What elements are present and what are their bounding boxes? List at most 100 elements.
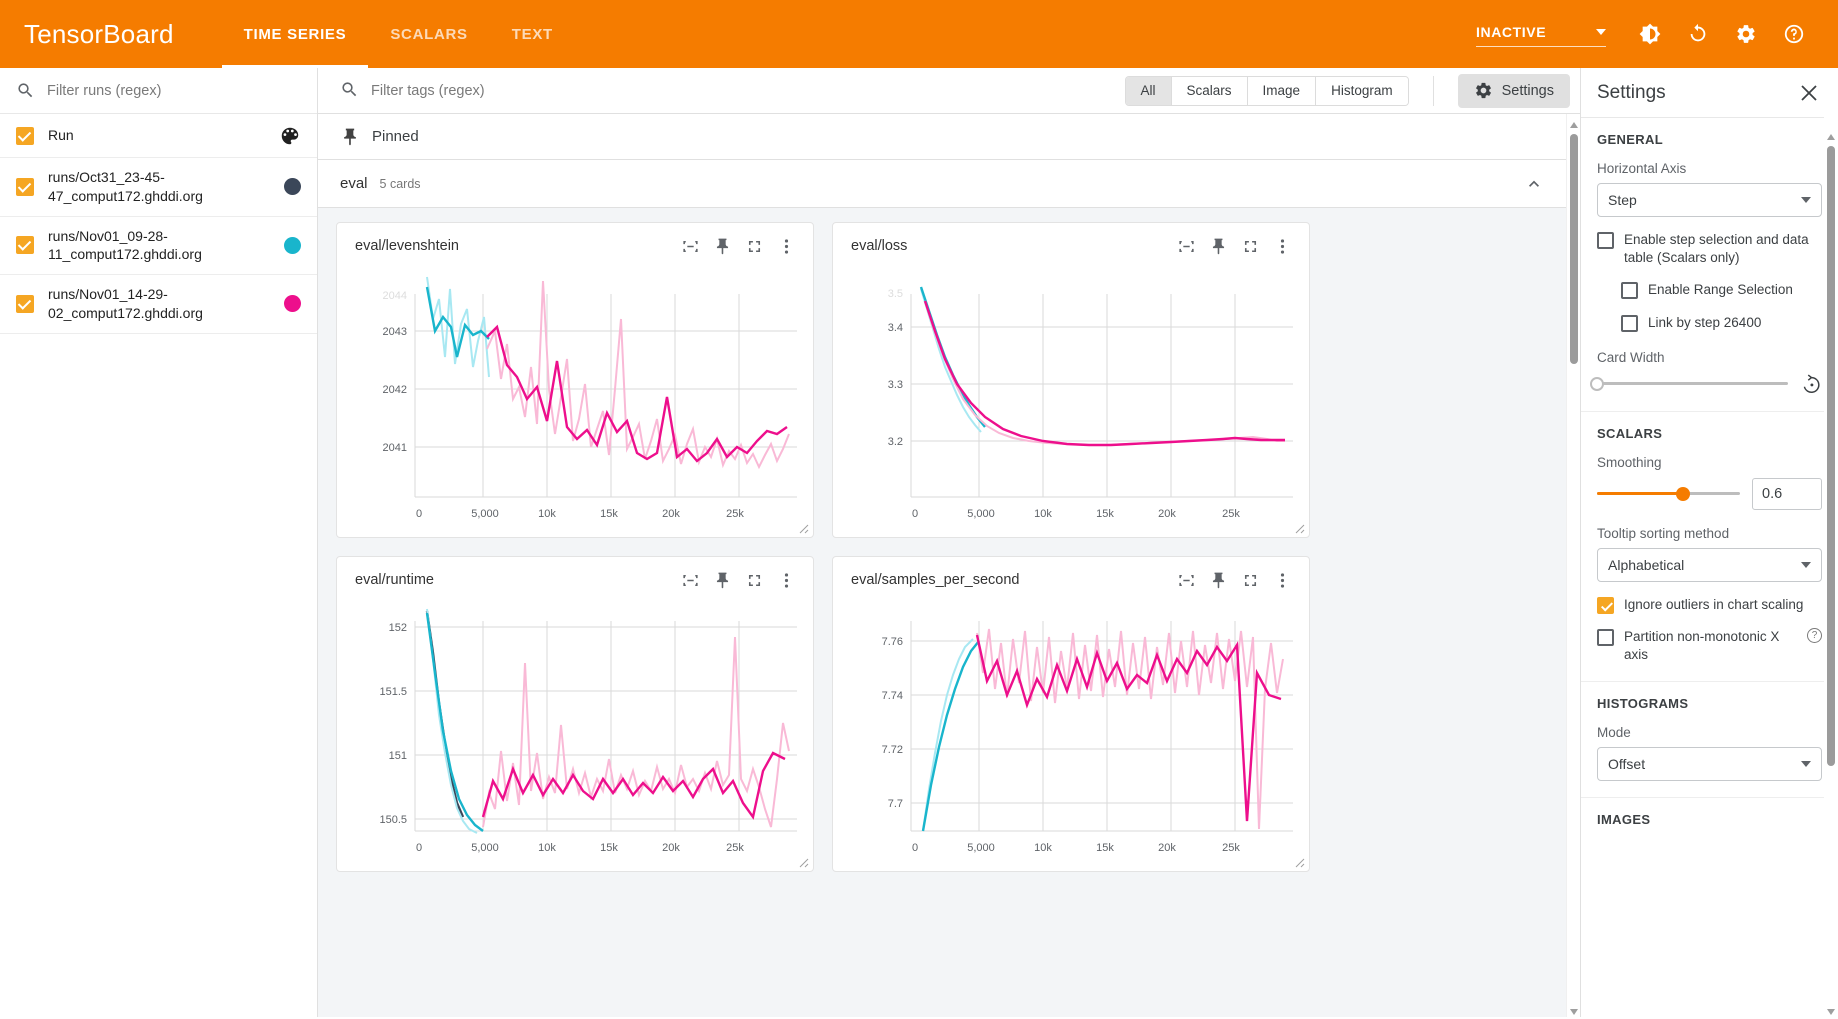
runs-filter[interactable]: Filter runs (regex) — [0, 68, 317, 114]
svg-text:0: 0 — [912, 842, 918, 854]
histogram-mode-select[interactable]: Offset — [1597, 746, 1822, 781]
tooltip-sorting-value: Alphabetical — [1608, 556, 1685, 573]
settings-scrollbar[interactable] — [1824, 68, 1838, 1017]
partition-nonmonotonic-checkbox[interactable] — [1597, 629, 1614, 647]
enable-range-selection-label: Enable Range Selection — [1648, 282, 1793, 298]
main-content: Filter tags (regex) All Scalars Image Hi… — [318, 68, 1580, 1017]
link-by-step-checkbox[interactable] — [1621, 314, 1638, 332]
svg-text:10k: 10k — [538, 842, 556, 854]
scrollbar-thumb[interactable] — [1570, 134, 1578, 364]
run-checkbox[interactable] — [16, 177, 34, 196]
pin-icon[interactable] — [1203, 565, 1233, 595]
reload-state-select[interactable]: INACTIVE — [1476, 22, 1606, 47]
smoothing-slider[interactable] — [1597, 486, 1740, 501]
chevron-up-icon[interactable] — [1524, 174, 1544, 194]
svg-text:10k: 10k — [1034, 508, 1052, 520]
enable-step-selection-row[interactable]: Enable step selection and data table (Sc… — [1597, 231, 1822, 267]
content-scrollbar[interactable] — [1566, 114, 1580, 1017]
partition-nonmonotonic-row[interactable]: Partition non-monotonic X axis ? — [1597, 628, 1822, 664]
ignore-outliers-checkbox[interactable] — [1597, 596, 1614, 614]
run-checkbox[interactable] — [16, 236, 34, 255]
fullscreen-icon[interactable] — [739, 565, 769, 595]
data-table-icon[interactable] — [675, 231, 705, 261]
filter-image[interactable]: Image — [1247, 76, 1317, 105]
fullscreen-icon[interactable] — [739, 231, 769, 261]
pinned-section-header[interactable]: Pinned — [318, 114, 1566, 160]
horizontal-axis-select[interactable]: Step — [1597, 183, 1822, 217]
filter-scalars[interactable]: Scalars — [1171, 76, 1248, 105]
tooltip-sorting-select[interactable]: Alphabetical — [1597, 547, 1822, 582]
svg-text:3.3: 3.3 — [888, 379, 903, 391]
fullscreen-icon[interactable] — [1235, 565, 1265, 595]
runs-header-row[interactable]: Run — [0, 114, 317, 158]
scroll-up-icon[interactable] — [1569, 118, 1579, 128]
smoothing-input[interactable]: 0.6 — [1752, 477, 1822, 510]
chart-title: eval/runtime — [355, 572, 434, 588]
gear-icon[interactable] — [1726, 14, 1766, 54]
run-list-item[interactable]: runs/Oct31_23-45-47_comput172.ghddi.org — [0, 158, 317, 217]
pin-icon[interactable] — [707, 231, 737, 261]
header-actions: INACTIVE — [1476, 14, 1814, 54]
smoothing-label: Smoothing — [1597, 454, 1662, 470]
scroll-down-icon[interactable] — [1826, 1003, 1836, 1015]
overflow-menu-icon[interactable] — [1267, 231, 1297, 261]
settings-button[interactable]: Settings — [1457, 73, 1570, 108]
card-width-label: Card Width — [1597, 349, 1665, 365]
runs-filter-placeholder: Filter runs (regex) — [47, 82, 162, 99]
card-width-slider[interactable] — [1590, 376, 1788, 391]
overflow-menu-icon[interactable] — [771, 231, 801, 261]
fullscreen-icon[interactable] — [1235, 231, 1265, 261]
resize-handle[interactable] — [797, 522, 809, 534]
tab-time-series[interactable]: TIME SERIES — [221, 0, 369, 68]
enable-range-selection-checkbox[interactable] — [1621, 282, 1638, 300]
enable-range-selection-row[interactable]: Enable Range Selection — [1621, 281, 1822, 300]
enable-step-selection-checkbox[interactable] — [1597, 232, 1614, 249]
data-table-icon[interactable] — [1171, 565, 1201, 595]
pin-icon[interactable] — [1203, 231, 1233, 261]
pin-icon[interactable] — [707, 565, 737, 595]
svg-text:5,000: 5,000 — [471, 508, 499, 520]
group-card-count: 5 cards — [379, 176, 421, 191]
overflow-menu-icon[interactable] — [771, 565, 801, 595]
plugin-type-filter: All Scalars Image Histogram — [1124, 75, 1409, 106]
run-checkbox[interactable] — [16, 294, 34, 313]
scroll-up-icon[interactable] — [1826, 130, 1836, 140]
tags-filter-placeholder[interactable]: Filter tags (regex) — [371, 83, 1113, 99]
resize-handle[interactable] — [1293, 522, 1305, 534]
run-list-item[interactable]: runs/Nov01_09-28-11_comput172.ghddi.org — [0, 217, 317, 275]
refresh-icon[interactable] — [1678, 14, 1718, 54]
scroll-down-icon[interactable] — [1569, 1003, 1579, 1015]
horizontal-axis-value: Step — [1608, 192, 1637, 208]
run-list-item[interactable]: runs/Nov01_14-29-02_comput172.ghddi.org — [0, 275, 317, 334]
chart-plot[interactable]: 2044 2043 2042 2041 0 5,000 10k 15k 20k … — [337, 269, 813, 537]
resize-handle[interactable] — [797, 856, 809, 868]
scrollbar-thumb[interactable] — [1827, 146, 1835, 766]
card-width-knob[interactable] — [1590, 376, 1604, 391]
chart-plot[interactable]: 7.76 7.74 7.72 7.7 0 5,000 10k 15k 20k 2… — [833, 603, 1309, 871]
palette-icon[interactable] — [279, 125, 301, 147]
tab-scalars[interactable]: SCALARS — [368, 0, 489, 68]
help-icon[interactable] — [1774, 14, 1814, 54]
tab-text[interactable]: TEXT — [490, 0, 575, 68]
smoothing-knob[interactable] — [1675, 486, 1690, 501]
select-all-checkbox[interactable] — [16, 126, 34, 145]
svg-text:152: 152 — [389, 622, 407, 634]
close-icon[interactable] — [1796, 80, 1822, 106]
settings-panel: Settings GENERAL Horizontal Axis Step En… — [1580, 68, 1838, 1017]
overflow-menu-icon[interactable] — [1267, 565, 1297, 595]
brightness-icon[interactable] — [1630, 14, 1670, 54]
content-scroll-zone: Pinned eval 5 cards eval/levenshtein 204… — [318, 114, 1580, 1017]
svg-text:0: 0 — [416, 842, 422, 854]
restore-icon[interactable] — [1800, 373, 1822, 395]
data-table-icon[interactable] — [675, 565, 705, 595]
filter-histogram[interactable]: Histogram — [1316, 76, 1408, 105]
help-icon[interactable]: ? — [1807, 628, 1822, 644]
chart-plot[interactable]: 152 151.5 151 150.5 0 5,000 10k 15k 20k … — [337, 603, 813, 871]
data-table-icon[interactable] — [1171, 231, 1201, 261]
link-by-step-row[interactable]: Link by step 26400 — [1621, 314, 1822, 332]
group-header-eval[interactable]: eval 5 cards — [318, 160, 1566, 208]
chart-plot[interactable]: 3.5 3.4 3.3 3.2 0 5,000 10k 15k 20k 25k — [833, 269, 1309, 537]
filter-all[interactable]: All — [1125, 76, 1172, 105]
resize-handle[interactable] — [1293, 856, 1305, 868]
ignore-outliers-row[interactable]: Ignore outliers in chart scaling — [1597, 596, 1822, 614]
